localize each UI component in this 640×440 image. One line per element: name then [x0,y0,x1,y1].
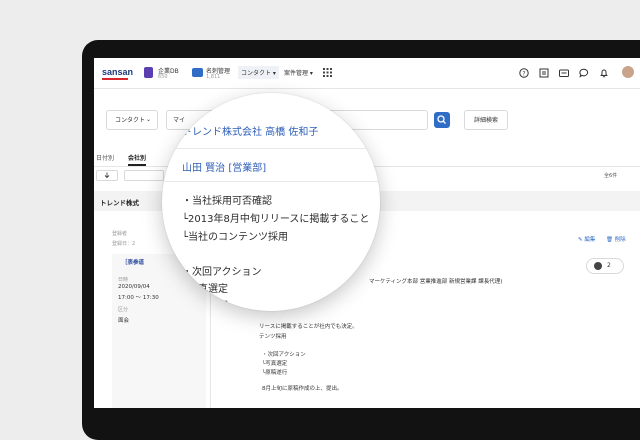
divider [162,148,380,149]
chat-icon[interactable] [579,68,589,78]
note-line: ・次回アクション [182,267,262,278]
advanced-search-button[interactable]: 詳細検索 [464,110,508,130]
menu-deal-management[interactable]: 案件管理 ▾ [284,68,313,77]
magnifier-lens: トレンド株式会社 高橋 佐和子 山田 賢治 [営業部] ・当社採用可否確認 └2… [162,93,380,311]
note-line: └当社のコンテンツ採用 [182,232,289,243]
search-button[interactable] [434,112,450,128]
date-label: 日時 [118,277,129,283]
body-line: 8月上旬に原稿作成の上、提出。 [262,386,343,392]
tab-by-date[interactable]: 日付別 [96,153,114,162]
comment-count-chip[interactable]: 2 [586,258,624,274]
note-line: ・当社採用可否確認 [182,196,272,207]
user-link[interactable]: 山田 賢治 [営業部] [182,159,266,174]
body-line: ・次回アクション [262,352,306,358]
note-line: └2013年8月中旬リリースに掲載すること [182,214,370,225]
select-value: コンタクト [115,117,146,124]
divider [162,181,380,182]
comment-count: 2 [607,262,611,269]
attendee-line: マーケティング本部 営業推進部 新規営業課 課長代理) [369,279,503,285]
date-value: 2020/09/04 [118,284,150,290]
company-name: トレンド株式 [100,199,139,207]
app-sub: 1,811 [206,74,221,80]
help-icon[interactable]: ? [519,68,529,78]
menu-contact[interactable]: コンタクト ▾ [238,66,279,79]
sansan-logo[interactable]: sansan [102,67,133,80]
download-icon [104,172,110,179]
edit-button[interactable]: ✎ 編集 [578,235,595,243]
location-tag: ［表参道 [122,260,145,266]
news-icon[interactable] [539,68,549,78]
search-type-select[interactable]: コンタクト ⌄ [106,110,158,130]
type-value: 面会 [118,318,130,324]
registrant-label: 登録者 [112,231,128,237]
app-sub: 650 [158,74,168,80]
card-icon[interactable] [559,68,569,78]
company-contact-link[interactable]: トレンド株式会社 高橋 佐和子 [182,123,318,138]
body-line: リースに掲載することが社内でも決定。 [259,324,358,330]
time-value: 17:00 〜 17:30 [118,295,159,301]
download-button[interactable] [96,170,118,181]
body-line: テンツ採用 [259,334,287,340]
body-line: └写真選定 [262,361,288,367]
comment-icon [594,262,602,270]
note-line: └原稿遂行 [182,301,229,311]
top-navigation-bar: sansan 企業DB 650 名刺管理 1,811 コンタクト ▾ 案件管理 … [94,58,640,89]
result-count: 全6件 [604,173,618,179]
company-db-icon [144,67,153,78]
svg-text:?: ? [522,70,525,77]
registered-date-label: 登録日：2 [112,241,136,247]
filter-button[interactable] [124,170,164,181]
search-icon [437,115,446,124]
business-card-icon [192,68,203,77]
app-grid-icon[interactable] [323,68,332,77]
chevron-down-icon: ⌄ [145,116,151,123]
delete-button[interactable]: 🗑 削除 [606,235,626,243]
note-line: └写真選定 [182,284,229,295]
body-line: └原稿遂行 [262,370,288,376]
bell-icon[interactable] [599,68,609,78]
user-avatar[interactable] [622,66,634,78]
tab-by-company[interactable]: 会社別 [128,153,147,166]
type-label: 区分 [118,307,129,313]
